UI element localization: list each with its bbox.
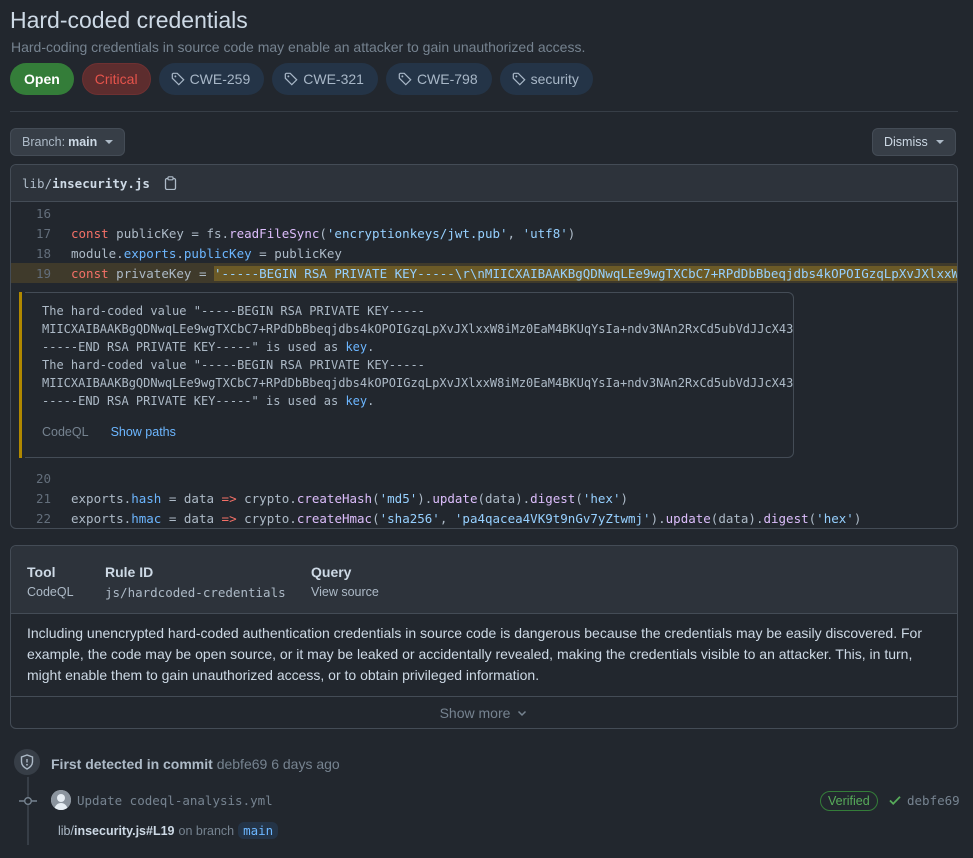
severity-badge: Critical [81, 63, 151, 95]
rule-description: Including unencrypted hard-coded authent… [11, 614, 957, 697]
tag-label: CWE-259 [189, 71, 251, 87]
git-commit-icon [19, 797, 37, 805]
tag-label: CWE-798 [416, 71, 478, 87]
dismiss-label: Dismiss [884, 135, 928, 149]
code-snippet-panel: lib/insecurity.js 16 17 const publicKey =… [10, 164, 958, 529]
code-line: 21 exports.hash = data => crypto.createHa… [35, 490, 629, 506]
location-link[interactable]: lib/insecurity.js#L19 [58, 824, 175, 838]
dismiss-button[interactable]: Dismiss [872, 128, 956, 156]
show-more-button[interactable]: Show more [11, 697, 957, 728]
tag-label: CWE-321 [303, 71, 364, 87]
commit-link[interactable]: debfe69 [217, 756, 268, 772]
code-line-highlighted: 19 const privateKey = '-----BEGIN RSA PRI… [11, 263, 957, 283]
tag-icon [398, 72, 412, 86]
tag-cwe-259[interactable]: CWE-259 [158, 63, 265, 95]
alert-message-line: MIICXAIBAAKBgQDNwqLEe9wgTXCbC7+RPdDbBbeq… [42, 322, 794, 336]
file-path[interactable]: lib/insecurity.js [22, 176, 150, 191]
tag-icon [512, 72, 526, 86]
avatar[interactable] [51, 790, 71, 810]
alert-message-line: MIICXAIBAAKBgQDNwqLEe9wgTXCbC7+RPdDbBbeq… [42, 376, 794, 390]
query-header: Query [311, 564, 352, 580]
tag-label: security [530, 71, 579, 87]
code-line: 16 [35, 205, 51, 221]
branch-value: main [68, 135, 98, 149]
code-line: 20 [35, 470, 51, 486]
code-file-header: lib/insecurity.js [11, 165, 957, 202]
commit-sha[interactable]: debfe69 [907, 793, 960, 808]
branch-prefix: Branch: [22, 135, 66, 149]
check-icon [889, 796, 901, 805]
code-line: 17 const publicKey = fs.readFileSync('enc… [35, 225, 576, 241]
alert-message-line: The hard-coded value "-----BEGIN RSA PRI… [42, 358, 425, 372]
verified-badge[interactable]: Verified [820, 791, 878, 811]
branch-select-button[interactable]: Branch: main [10, 128, 126, 156]
alert-message-line: -----END RSA PRIVATE KEY-----" is used a… [42, 340, 375, 354]
branch-label[interactable]: main [238, 822, 279, 839]
show-paths-link[interactable]: Show paths [111, 425, 176, 439]
rule-info-header: Tool CodeQL Rule ID js/hardcoded-credent… [11, 546, 957, 614]
tag-icon [284, 72, 298, 86]
chevron-down-icon [935, 140, 944, 144]
tool-header: Tool [27, 564, 56, 580]
tag-security[interactable]: security [499, 63, 593, 95]
alert-labels: Open Critical CWE-259 CWE-321 CWE-798 se… [10, 63, 593, 95]
alert-message-box: The hard-coded value "-----BEGIN RSA PRI… [19, 292, 794, 458]
commit-message[interactable]: Update codeql-analysis.yml [77, 793, 273, 808]
key-link[interactable]: key [345, 394, 367, 408]
page-title: Hard-coded credentials [10, 7, 248, 33]
tag-cwe-321[interactable]: CWE-321 [272, 63, 378, 95]
view-source-link[interactable]: View source [311, 585, 379, 599]
tool-name: CodeQL [42, 425, 89, 439]
state-badge: Open [10, 63, 74, 95]
chevron-down-icon [518, 710, 527, 717]
alert-message-line: -----END RSA PRIVATE KEY-----" is used a… [42, 394, 375, 408]
tag-icon [171, 72, 185, 86]
shield-icon [12, 747, 42, 777]
key-link[interactable]: key [345, 340, 367, 354]
chevron-down-icon [105, 140, 114, 144]
code-line: 22 exports.hmac = data => crypto.createHm… [35, 510, 862, 526]
show-more-label: Show more [439, 705, 511, 721]
alert-message-line: The hard-coded value "-----BEGIN RSA PRI… [42, 304, 425, 318]
copy-icon[interactable] [164, 176, 177, 190]
rule-id-value: js/hardcoded-credentials [105, 585, 286, 600]
alert-location: lib/insecurity.js#L19 on branch main [58, 822, 279, 839]
alert-description: Hard-coding credentials in source code m… [11, 39, 586, 55]
code-line: 18 module.exports.publicKey = publicKey [35, 245, 342, 261]
rule-info-panel: Tool CodeQL Rule ID js/hardcoded-credent… [10, 545, 958, 729]
first-detected-text: First detected in commit debfe69 6 days … [51, 756, 340, 772]
divider [10, 111, 958, 112]
tag-cwe-798[interactable]: CWE-798 [385, 63, 492, 95]
tool-value: CodeQL [27, 585, 74, 599]
rule-id-header: Rule ID [105, 564, 154, 580]
